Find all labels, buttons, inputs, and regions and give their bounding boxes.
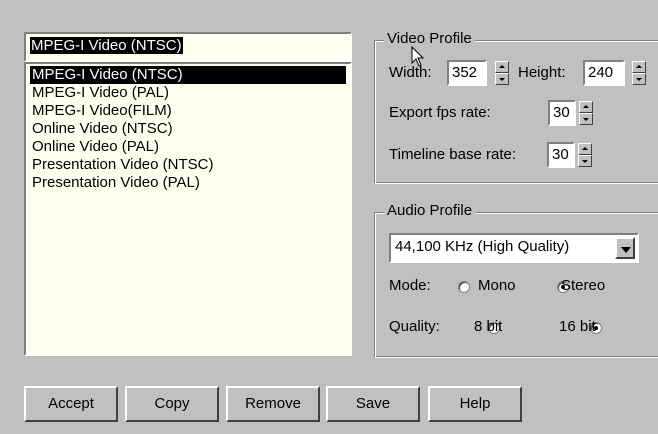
- quality-label: Quality:: [389, 318, 440, 335]
- remove-button[interactable]: Remove: [226, 386, 320, 422]
- timeline-label: Timeline base rate:: [389, 146, 517, 163]
- stereo-label[interactable]: Stereo: [561, 277, 605, 294]
- audio-profile-title: Audio Profile: [384, 202, 476, 219]
- spin-up-icon[interactable]: [578, 143, 592, 155]
- list-item[interactable]: Presentation Video (NTSC): [30, 156, 346, 174]
- height-label: Height:: [518, 64, 566, 81]
- fps-label: Export fps rate:: [389, 104, 491, 121]
- help-button[interactable]: Help: [428, 386, 522, 422]
- spin-down-icon[interactable]: [632, 73, 646, 85]
- spin-down-icon[interactable]: [495, 73, 509, 85]
- list-item[interactable]: Online Video (PAL): [30, 138, 346, 156]
- audio-rate-value: 44,100 KHz (High Quality): [395, 238, 570, 255]
- width-spin-icon[interactable]: [495, 61, 509, 85]
- profile-list[interactable]: MPEG-I Video (NTSC) MPEG-I Video (PAL) M…: [24, 62, 352, 356]
- list-item[interactable]: Online Video (NTSC): [30, 120, 346, 138]
- fps-spin-icon[interactable]: [579, 101, 593, 125]
- spin-down-icon[interactable]: [578, 155, 592, 167]
- mouse-pointer-icon: [411, 46, 425, 67]
- accept-button[interactable]: Accept: [24, 386, 118, 422]
- height-field[interactable]: 240: [583, 60, 625, 86]
- width-field[interactable]: 352: [447, 60, 487, 86]
- list-item[interactable]: MPEG-I Video(FILM): [30, 102, 346, 120]
- mono-radio[interactable]: [458, 281, 470, 293]
- height-spin-icon[interactable]: [632, 61, 646, 85]
- audio-rate-select[interactable]: 44,100 KHz (High Quality): [389, 233, 639, 263]
- fps-field[interactable]: 30: [548, 100, 576, 126]
- spin-down-icon[interactable]: [579, 113, 593, 125]
- spin-up-icon[interactable]: [579, 101, 593, 113]
- quality-8bit-label[interactable]: 8 bit: [474, 318, 502, 335]
- list-item[interactable]: Presentation Video (PAL): [30, 174, 346, 192]
- list-item[interactable]: MPEG-I Video (NTSC): [30, 66, 346, 84]
- mono-label[interactable]: Mono: [478, 277, 516, 294]
- mode-label: Mode:: [389, 277, 431, 294]
- spin-up-icon[interactable]: [495, 61, 509, 73]
- save-button[interactable]: Save: [326, 386, 420, 422]
- spin-up-icon[interactable]: [632, 61, 646, 73]
- list-item[interactable]: MPEG-I Video (PAL): [30, 84, 346, 102]
- copy-button[interactable]: Copy: [125, 386, 219, 422]
- profile-name-text: MPEG-I Video (NTSC): [30, 37, 183, 54]
- timeline-spin-icon[interactable]: [578, 143, 592, 167]
- chevron-down-icon[interactable]: [615, 237, 635, 259]
- quality-16bit-label[interactable]: 16 bit: [559, 318, 596, 335]
- video-profile-title: Video Profile: [384, 30, 475, 47]
- profile-name-input[interactable]: MPEG-I Video (NTSC): [24, 32, 352, 62]
- timeline-field[interactable]: 30: [547, 142, 575, 168]
